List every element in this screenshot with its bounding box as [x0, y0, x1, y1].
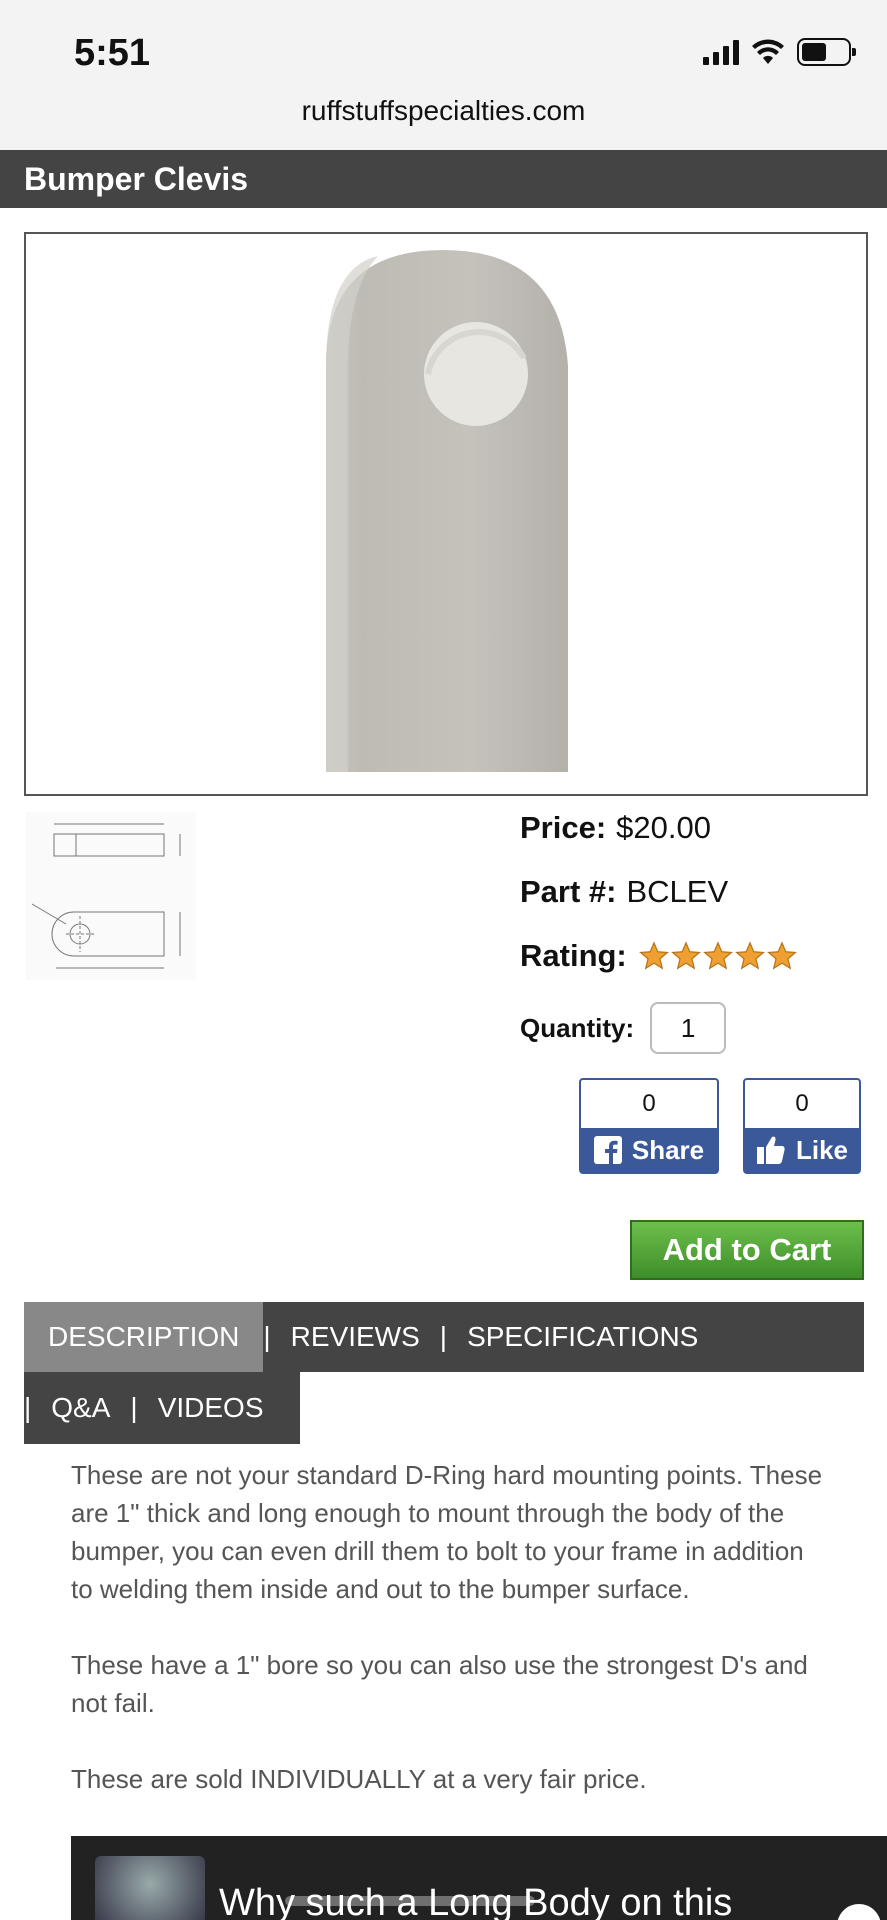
add-to-cart-button[interactable]: Add to Cart — [630, 1220, 864, 1280]
description-paragraph: These are sold INDIVIDUALLY at a very fa… — [71, 1764, 647, 1794]
star-icon — [766, 941, 797, 970]
product-tabs-row-2: | Q&A | VIDEOS — [24, 1372, 300, 1444]
bumper-clevis-image — [326, 250, 568, 772]
like-count: 0 — [795, 1090, 809, 1117]
facebook-share-button[interactable]: Share — [581, 1128, 717, 1172]
price-value: $20.00 — [616, 810, 711, 845]
wifi-icon — [752, 39, 784, 64]
part-number-label: Part #: — [520, 874, 617, 909]
part-number-value: BCLEV — [626, 874, 729, 909]
url-bar[interactable]: ruffstuffspecialties.com — [0, 95, 887, 127]
price-row: Price: $20.00 — [520, 806, 711, 850]
facebook-like-widget[interactable]: 0 Like — [743, 1078, 861, 1174]
product-main-image[interactable] — [24, 232, 868, 796]
quantity-input[interactable]: 1 — [650, 1002, 727, 1054]
clock-time: 5:51 — [74, 32, 151, 74]
rating-stars — [638, 941, 797, 971]
tab-separator: | — [263, 1321, 271, 1352]
channel-avatar — [95, 1856, 205, 1920]
status-bar: 5:51 ruffstuffspecialties.com — [0, 0, 887, 150]
status-icons — [703, 38, 856, 66]
star-icon — [734, 941, 765, 970]
product-thumbnail-drawing[interactable] — [26, 812, 196, 980]
quantity-row: Quantity: 1 — [520, 1000, 727, 1056]
thumbs-up-icon — [756, 1136, 785, 1164]
description-content: These are not your standard D-Ring hard … — [71, 1456, 831, 1836]
facebook-like-button[interactable]: Like — [745, 1128, 859, 1172]
description-paragraph: These have a 1" bore so you can also use… — [71, 1650, 808, 1718]
video-title[interactable]: Why such a Long Body on this — [219, 1882, 732, 1920]
facebook-share-widget[interactable]: 0 Share — [579, 1078, 719, 1174]
tab-specifications[interactable]: SPECIFICATIONS — [447, 1302, 718, 1372]
star-icon — [670, 941, 701, 970]
battery-icon — [797, 38, 856, 66]
rating-row: Rating: — [520, 934, 797, 978]
share-count: 0 — [642, 1090, 656, 1117]
star-icon — [638, 941, 669, 970]
star-icon — [702, 941, 733, 970]
facebook-icon — [593, 1136, 622, 1164]
product-tabs-row-1: DESCRIPTION | REVIEWS | SPECIFICATIONS — [24, 1302, 864, 1372]
like-label: Like — [795, 1134, 849, 1165]
cellular-signal-icon — [703, 39, 739, 65]
tab-separator: | — [130, 1392, 138, 1423]
share-label: Share — [631, 1134, 705, 1165]
page-title-bar: Bumper Clevis — [0, 150, 887, 208]
tab-description[interactable]: DESCRIPTION — [24, 1302, 264, 1372]
tab-qa[interactable]: Q&A — [31, 1372, 130, 1444]
page-title: Bumper Clevis — [24, 161, 249, 197]
tab-separator: | — [24, 1392, 32, 1423]
tab-videos[interactable]: VIDEOS — [138, 1372, 284, 1444]
rating-label: Rating: — [520, 938, 627, 973]
tab-separator: | — [439, 1321, 448, 1352]
description-paragraph: These are not your standard D-Ring hard … — [71, 1460, 823, 1604]
embedded-video[interactable]: Why such a Long Body on this — [71, 1836, 887, 1920]
watch-later-icon[interactable] — [837, 1904, 881, 1920]
quantity-label: Quantity: — [520, 1012, 635, 1043]
technical-drawing-image — [31, 823, 181, 969]
part-number-row: Part #: BCLEV — [520, 870, 728, 914]
price-label: Price: — [520, 810, 607, 845]
tab-reviews[interactable]: REVIEWS — [271, 1302, 440, 1372]
